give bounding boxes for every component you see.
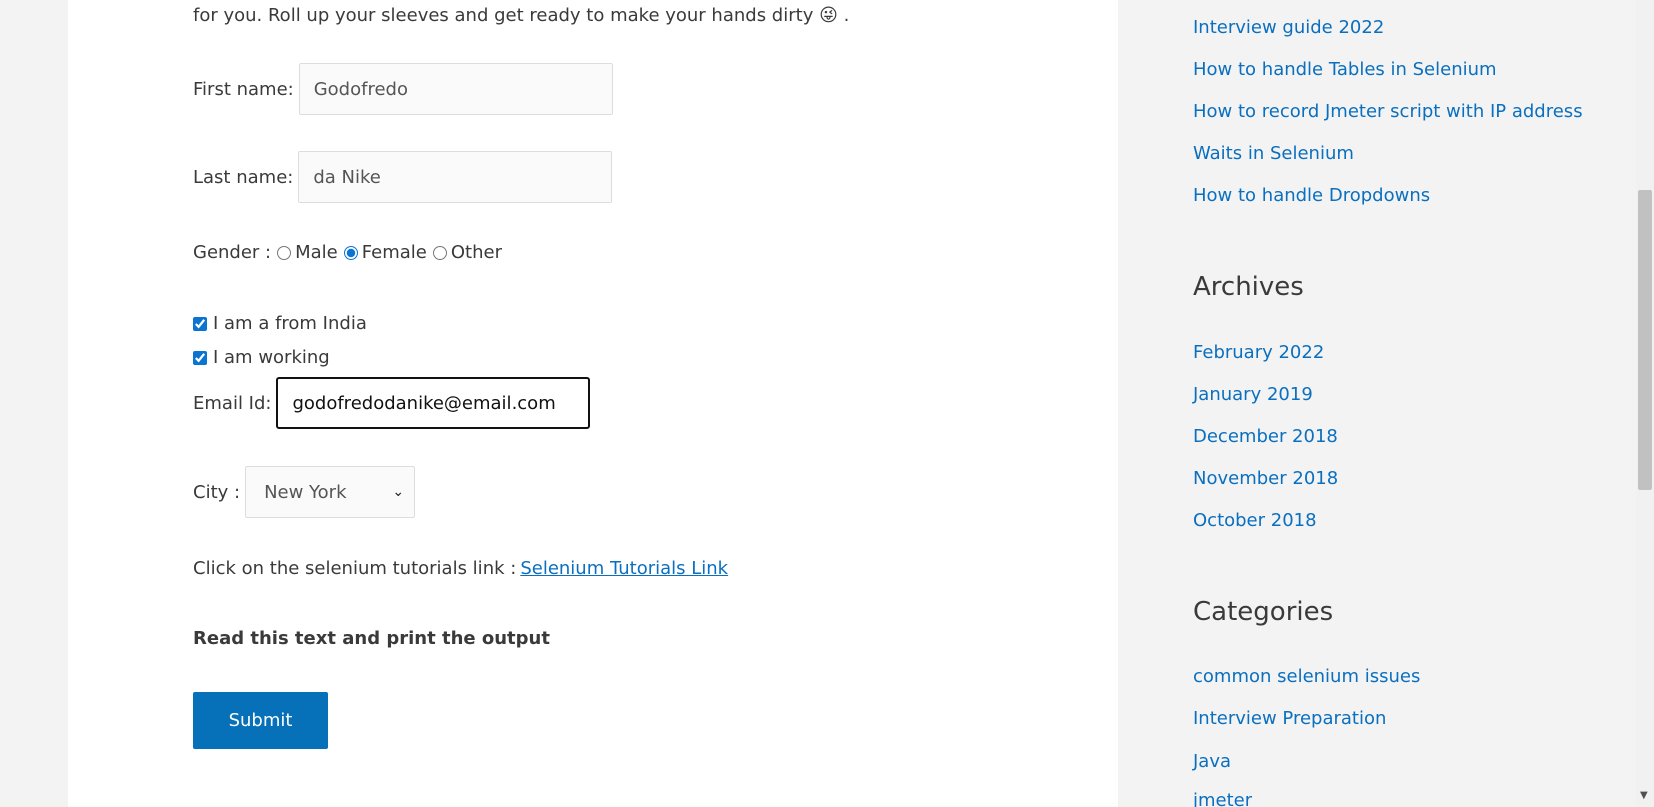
archive-link-dec-2018[interactable]: December 2018 [1193, 426, 1338, 447]
intro-tail: . [843, 5, 850, 26]
archives-heading: Archives [1193, 272, 1304, 302]
gender-row: Gender : Male Female Other [193, 242, 502, 263]
submit-button[interactable]: Submit [193, 692, 328, 749]
category-link-java[interactable]: Java [1193, 751, 1231, 772]
categories-heading: Categories [1193, 597, 1334, 627]
gender-radio-other[interactable] [432, 245, 447, 260]
archive-link-oct-2018[interactable]: October 2018 [1193, 510, 1317, 531]
read-text-row: Read this text and print the output [193, 628, 550, 649]
working-checkbox-row: I am working [193, 347, 330, 368]
gender-radio-male[interactable] [277, 245, 292, 260]
sidebar-link-interview-guide[interactable]: Interview guide 2022 [1193, 17, 1384, 38]
gender-label: Gender : [193, 242, 272, 263]
last-name-input[interactable] [298, 151, 613, 203]
archive-link-feb-2022[interactable]: February 2022 [1193, 342, 1324, 363]
gender-option-female: Female [361, 242, 427, 263]
from-india-checkbox[interactable] [193, 316, 207, 331]
india-checkbox-row: I am a from India [193, 313, 367, 334]
archive-link-nov-2018[interactable]: November 2018 [1193, 468, 1338, 489]
vertical-scrollbar-thumb[interactable] [1638, 190, 1652, 490]
sidebar-link-waits[interactable]: Waits in Selenium [1193, 143, 1354, 164]
gender-radio-female[interactable] [343, 245, 358, 260]
email-row: Email Id: [193, 377, 591, 429]
chevron-down-icon: ⌄ [392, 484, 405, 500]
city-label: City : [193, 481, 241, 503]
last-name-label: Last name: [193, 166, 294, 188]
tutorial-link-row: Click on the selenium tutorials link : S… [193, 558, 728, 579]
city-row: City : New York ⌄ [193, 466, 416, 518]
category-link-jmeter[interactable]: jmeter [1193, 790, 1252, 807]
first-name-input[interactable] [298, 63, 613, 115]
sidebar-link-jmeter[interactable]: How to record Jmeter script with IP addr… [1193, 101, 1583, 122]
first-name-row: First name: [193, 63, 613, 115]
tutorial-link-prompt: Click on the selenium tutorials link : [193, 558, 517, 579]
gender-option-male: Male [295, 242, 338, 263]
sidebar-link-tables[interactable]: How to handle Tables in Selenium [1193, 59, 1497, 80]
email-label: Email Id: [193, 392, 272, 414]
first-name-label: First name: [193, 78, 294, 100]
intro-text: for you. Roll up your sleeves and get re… [193, 4, 1053, 28]
selenium-tutorials-link[interactable]: Selenium Tutorials Link [520, 558, 728, 579]
category-link-common-issues[interactable]: common selenium issues [1193, 666, 1420, 687]
wink-tongue-emoji-icon: 😜 [819, 5, 838, 26]
working-label: I am working [213, 347, 330, 368]
gender-option-other: Other [450, 242, 502, 263]
last-name-row: Last name: [193, 151, 613, 203]
email-input[interactable] [276, 377, 591, 429]
intro-sentence: for you. Roll up your sleeves and get re… [193, 5, 814, 26]
read-text: Read this text and print the output [193, 628, 550, 649]
from-india-label: I am a from India [213, 313, 367, 334]
scroll-down-arrow-icon[interactable]: ▼ [1640, 790, 1648, 801]
working-checkbox[interactable] [193, 350, 207, 365]
archive-link-jan-2019[interactable]: January 2019 [1193, 384, 1313, 405]
sidebar-link-dropdowns[interactable]: How to handle Dropdowns [1193, 185, 1430, 206]
city-select[interactable]: New York ⌄ [245, 466, 416, 518]
city-selected-value: New York [264, 481, 347, 503]
category-link-interview-prep[interactable]: Interview Preparation [1193, 708, 1386, 729]
